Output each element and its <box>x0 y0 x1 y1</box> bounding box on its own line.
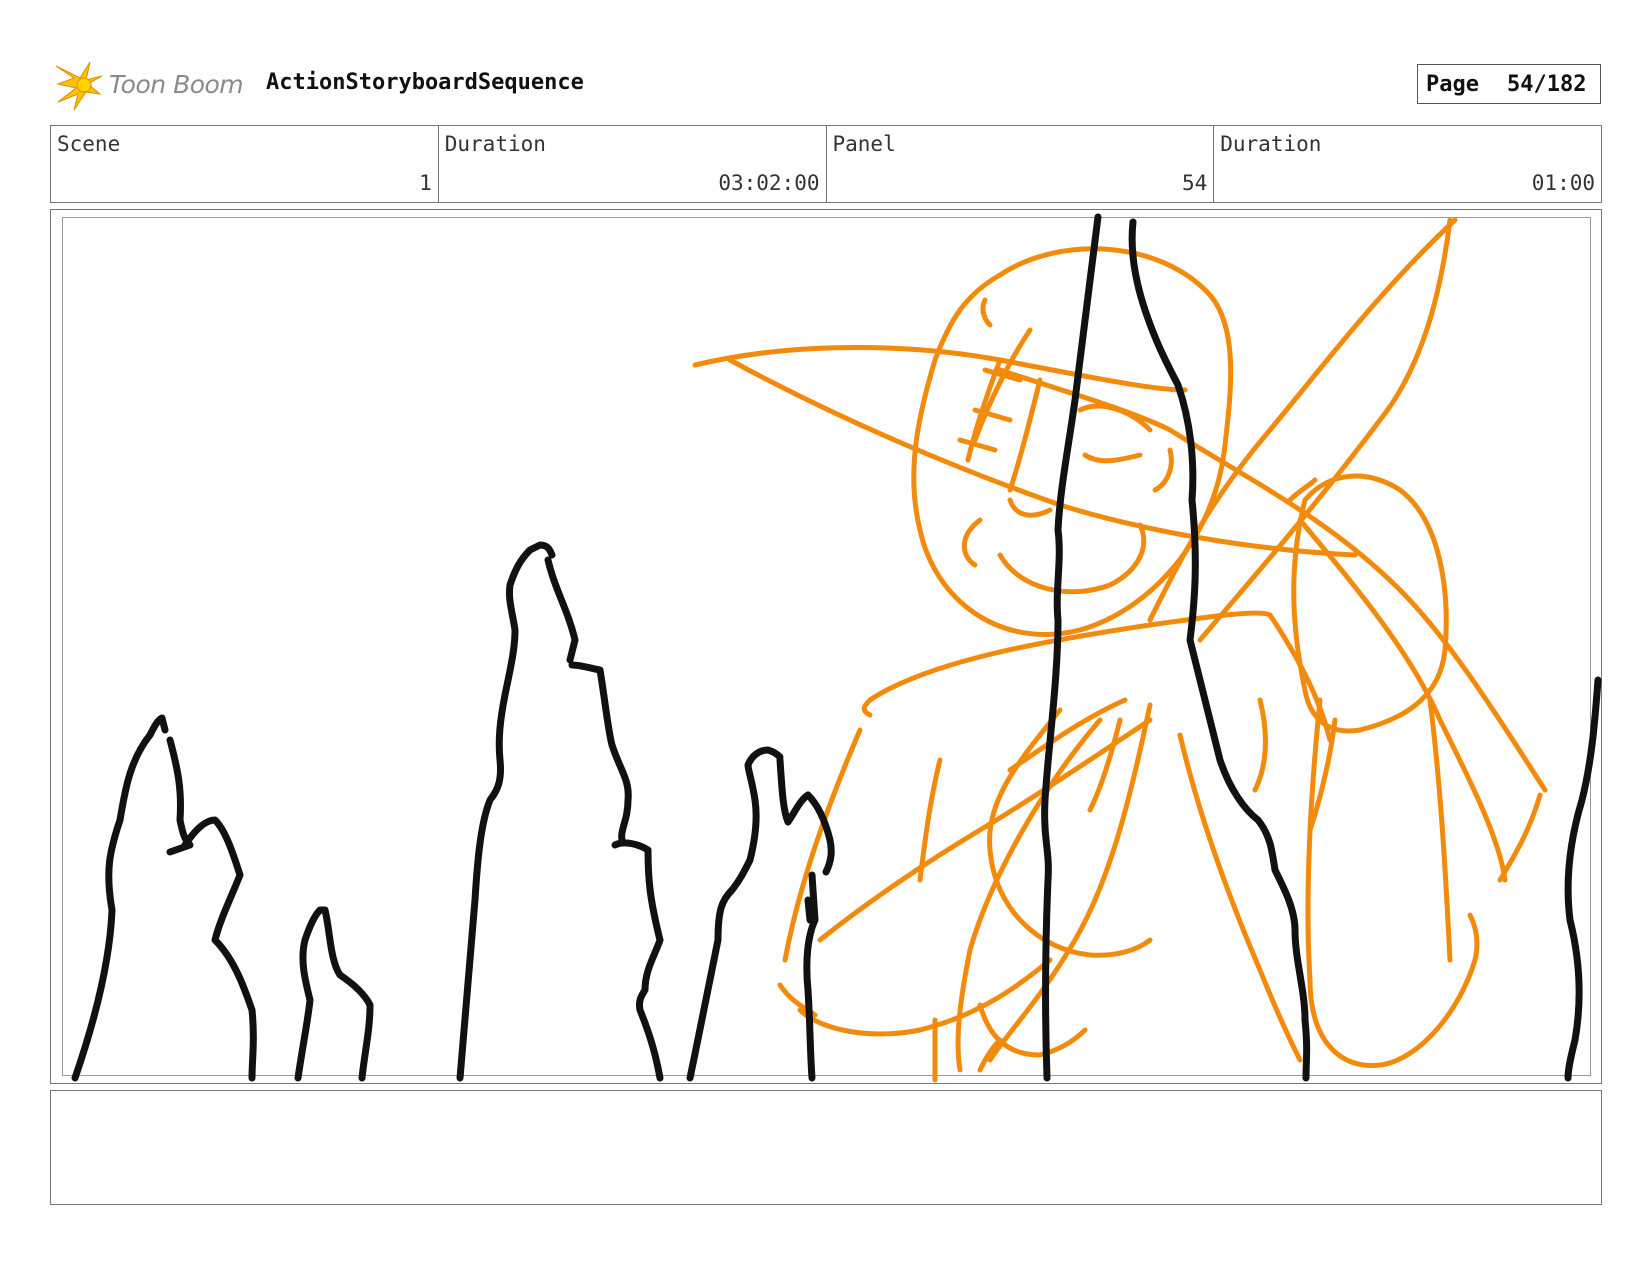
character-sketch <box>692 217 1548 1083</box>
rock-spire-4 <box>686 746 784 1082</box>
foreground-line-3 <box>1564 676 1602 1082</box>
storyboard-drawing <box>71 213 1602 1083</box>
rock-spire-3 <box>456 541 556 1082</box>
foreground-line-2 <box>1128 218 1311 1082</box>
rock-spire-2 <box>294 906 374 1082</box>
notes-box[interactable] <box>50 1090 1602 1205</box>
rock-spire-1 <box>71 714 169 1082</box>
